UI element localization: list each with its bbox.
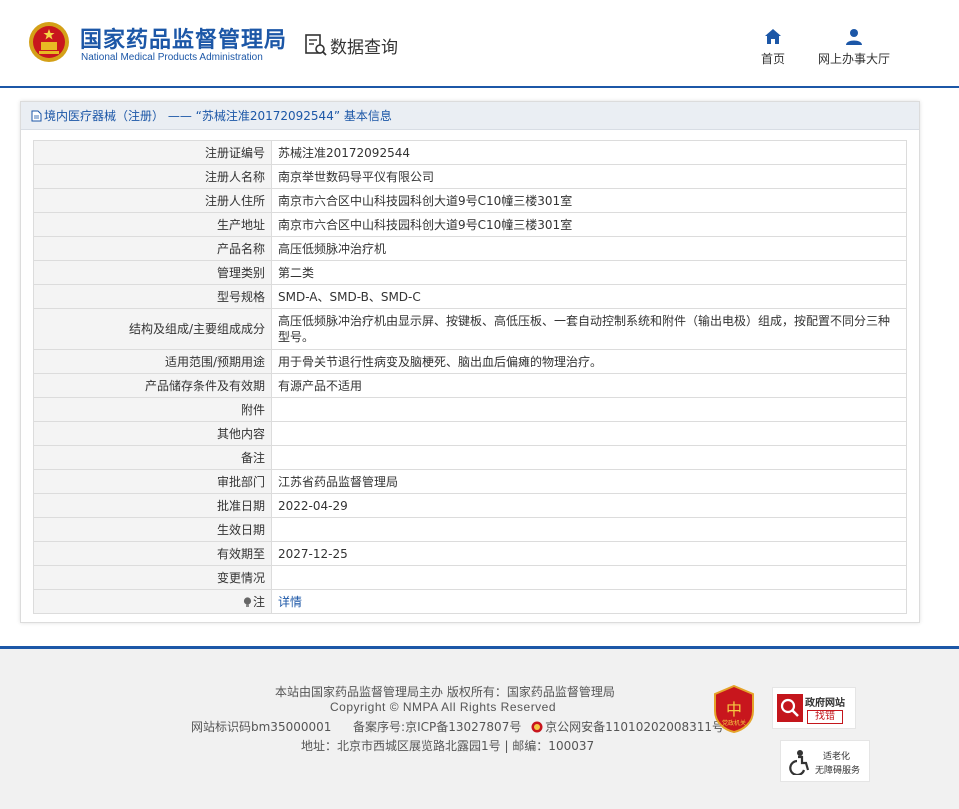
field-value: 用于骨关节退行性病变及脑梗死、脑出血后偏瘫的物理治疗。	[271, 349, 907, 374]
party-government-badge[interactable]: 中 党政机关	[713, 684, 755, 734]
field-value	[271, 517, 907, 542]
field-label: 型号规格	[33, 284, 272, 309]
lightbulb-icon	[243, 596, 252, 607]
nav-online-service-hall[interactable]: 网上办事大厅	[812, 28, 896, 67]
field-label: 适用范围/预期用途	[33, 349, 272, 374]
accessibility-title: 适老化	[823, 752, 851, 762]
note-label: 注	[252, 594, 265, 609]
magnifier-icon	[777, 694, 803, 722]
field-label: 结构及组成/主要组成成分	[33, 308, 272, 350]
gov-website-error-report-badge[interactable]: 政府网站 找错	[772, 687, 856, 729]
field-value: 江苏省药品监督管理局	[271, 469, 907, 494]
field-value: 2027-12-25	[271, 541, 907, 566]
field-value	[271, 397, 907, 422]
site-footer: 本站由国家药品监督管理局主办 版权所有：国家药品监督管理局 Copyright …	[0, 646, 959, 809]
table-row: 附件	[33, 397, 907, 422]
field-label: 附件	[33, 397, 272, 422]
logo-title[interactable]: 国家药品监督管理局	[80, 22, 287, 54]
field-label: 注册证编号	[33, 140, 272, 165]
table-row: 生效日期	[33, 517, 907, 542]
field-label: 管理类别	[33, 260, 272, 285]
field-label: 产品名称	[33, 236, 272, 261]
field-value	[271, 445, 907, 470]
field-value: 第二类	[271, 260, 907, 285]
footer-copyright-cn: 本站由国家药品监督管理局主办 版权所有：国家药品监督管理局	[275, 685, 615, 699]
field-value: 高压低频脉冲治疗机由显示屏、按键板、高低压板、一套自动控制系统和附件（输出电极）…	[271, 308, 907, 350]
nav-home[interactable]: 首页	[752, 28, 794, 67]
table-row: 产品储存条件及有效期 有源产品不适用	[33, 373, 907, 398]
table-row-note: 注详情	[33, 589, 907, 614]
table-row: 注册人名称 南京举世数码导平仪有限公司	[33, 164, 907, 189]
table-row: 有效期至 2027-12-25	[33, 541, 907, 566]
party-government-badge-label: 党政机关	[721, 720, 746, 727]
device-info-table: 注册证编号 苏械注准20172092544 注册人名称 南京举世数码导平仪有限公司 注册…	[33, 140, 907, 614]
table-row: 变更情况	[33, 565, 907, 590]
field-label: 注册人名称	[33, 164, 272, 189]
accessibility-subtitle: 无障碍服务	[815, 766, 861, 776]
field-value: 苏械注准20172092544	[271, 140, 907, 165]
site-header: 国家药品监督管理局 National Medical Products Admi…	[0, 0, 959, 88]
table-row: 批准日期 2022-04-29	[33, 493, 907, 518]
field-label: 变更情况	[33, 565, 272, 590]
nav-online-service-hall-label: 网上办事大厅	[817, 52, 890, 66]
field-label: 有效期至	[33, 541, 272, 566]
report-error-label: 找错	[807, 710, 843, 724]
field-value	[271, 565, 907, 590]
field-label: 备注	[33, 445, 272, 470]
field-value: 高压低频脉冲治疗机	[271, 236, 907, 261]
svg-text:中: 中	[726, 700, 742, 719]
footer-site-id: 网站标识码bm35000001	[191, 720, 332, 734]
field-label: 生产地址	[33, 212, 272, 237]
section-title: 数据查询	[330, 38, 398, 58]
national-emblem-icon	[29, 22, 69, 62]
footer-public-security-link[interactable]: 京公网安备11010202008311号	[545, 720, 724, 734]
field-value: 南京市六合区中山科技园科创大道9号C10幢三楼301室	[271, 212, 907, 237]
table-row: 结构及组成/主要组成成分 高压低频脉冲治疗机由显示屏、按键板、高低压板、一套自动控…	[33, 308, 907, 350]
table-row: 注册人住所 南京市六合区中山科技园科创大道9号C10幢三楼301室	[33, 188, 907, 213]
panel-title-text: 境内医疗器械（注册） —— “苏械注准20172092544” 基本信息	[44, 109, 392, 123]
table-row: 产品名称 高压低频脉冲治疗机	[33, 236, 907, 261]
field-label: 其他内容	[33, 421, 272, 446]
data-query-icon	[305, 34, 327, 56]
accessibility-service-badge[interactable]: 适老化 无障碍服务	[780, 740, 870, 782]
table-row: 适用范围/预期用途 用于骨关节退行性病变及脑梗死、脑出血后偏瘫的物理治疗。	[33, 349, 907, 374]
field-value: SMD-A、SMD-B、SMD-C	[271, 284, 907, 309]
footer-registration: 网站标识码bm35000001 备案序号:京ICP备13027807号 京公网安…	[191, 718, 724, 735]
footer-address: 地址：北京市西城区展览路北露园1号 | 邮编：100037	[301, 739, 595, 753]
device-info-panel: 境内医疗器械（注册） —— “苏械注准20172092544” 基本信息 注册证…	[20, 101, 920, 623]
footer-icp-link[interactable]: 备案序号:京ICP备13027807号	[353, 720, 521, 734]
field-label: 产品储存条件及有效期	[33, 373, 272, 398]
note-label-cell: 注	[33, 589, 272, 614]
accessibility-icon	[789, 750, 810, 775]
table-row: 审批部门 江苏省药品监督管理局	[33, 469, 907, 494]
nav-home-label: 首页	[760, 52, 785, 66]
field-value: 南京市六合区中山科技园科创大道9号C10幢三楼301室	[271, 188, 907, 213]
panel-title-bar: 境内医疗器械（注册） —— “苏械注准20172092544” 基本信息	[21, 102, 919, 130]
police-badge-icon	[531, 721, 543, 733]
field-value: 南京举世数码导平仪有限公司	[271, 164, 907, 189]
document-icon	[31, 110, 42, 122]
field-label: 审批部门	[33, 469, 272, 494]
footer-copyright-en: Copyright © NMPA All Rights Reserved	[330, 700, 557, 714]
gov-website-title: 政府网站	[805, 698, 845, 709]
field-label: 注册人住所	[33, 188, 272, 213]
note-value-cell: 详情	[271, 589, 907, 614]
logo-subtitle[interactable]: National Medical Products Administration	[81, 52, 263, 63]
field-value: 有源产品不适用	[271, 373, 907, 398]
table-row: 其他内容	[33, 421, 907, 446]
table-row: 型号规格 SMD-A、SMD-B、SMD-C	[33, 284, 907, 309]
field-value: 2022-04-29	[271, 493, 907, 518]
table-row: 管理类别 第二类	[33, 260, 907, 285]
table-row: 生产地址 南京市六合区中山科技园科创大道9号C10幢三楼301室	[33, 212, 907, 237]
field-label: 批准日期	[33, 493, 272, 518]
user-icon	[846, 29, 862, 45]
field-label: 生效日期	[33, 517, 272, 542]
table-row: 注册证编号 苏械注准20172092544	[33, 140, 907, 165]
details-link[interactable]: 详情	[278, 595, 302, 609]
home-icon	[765, 29, 781, 44]
field-value	[271, 421, 907, 446]
table-row: 备注	[33, 445, 907, 470]
